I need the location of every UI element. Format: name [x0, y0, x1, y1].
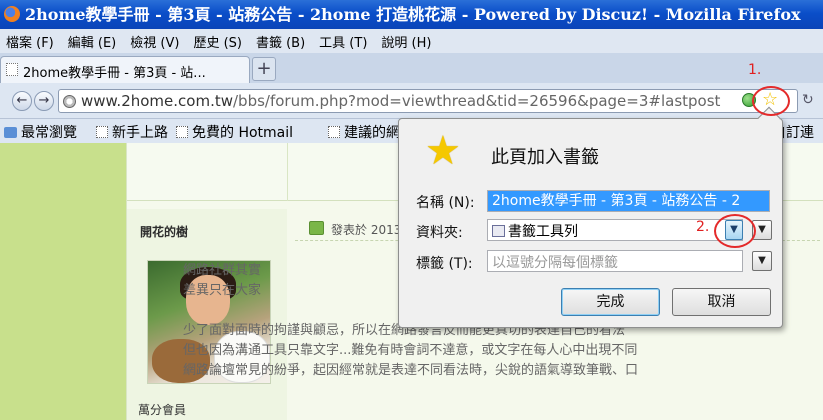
- url-domain: www.2home.com.tw: [81, 92, 233, 110]
- firefox-logo-icon: [4, 6, 20, 22]
- done-button[interactable]: 完成: [561, 288, 660, 316]
- cancel-button[interactable]: 取消: [672, 288, 771, 316]
- tags-expand-button[interactable]: ▼: [752, 251, 772, 271]
- tags-label: 標籤 (T):: [416, 256, 473, 272]
- bookmark-getting-started[interactable]: 新手上路: [96, 122, 168, 142]
- name-field[interactable]: 2home教學手冊 - 第3頁 - 站務公告 - 2: [487, 190, 770, 212]
- bookmark-most-visited[interactable]: 最常瀏覽: [4, 122, 77, 142]
- folder-icon: [4, 127, 17, 138]
- menu-edit[interactable]: 編輯 (E): [68, 32, 117, 51]
- bookmark-label: 建議的網: [344, 125, 400, 141]
- new-tab-button[interactable]: +: [252, 57, 276, 81]
- menu-bar: 檔案 (F) 編輯 (E) 檢視 (V) 歷史 (S) 書籤 (B) 工具 (T…: [0, 29, 823, 53]
- dialog-title: 此頁加入書籤: [491, 147, 599, 168]
- site-identity-icon[interactable]: [63, 95, 76, 108]
- annotation-ring-dropdown: [714, 214, 756, 248]
- bookmark-suggested[interactable]: 建議的網: [328, 122, 400, 142]
- menu-view[interactable]: 檢視 (V): [130, 32, 179, 51]
- annotation-step-1: 1.: [748, 62, 762, 78]
- name-value: 2home教學手冊 - 第3頁 - 站務公告 - 2: [488, 191, 769, 211]
- window-title: 2home教學手冊 - 第3頁 - 站務公告 - 2home 打造桃花源 - P…: [25, 5, 801, 24]
- folder-value: 書籤工具列: [508, 224, 578, 240]
- post-line: 但也因為溝通工具只靠文字...難免有時會詞不達意，或文字在每人心中出現不同: [183, 343, 638, 358]
- user-rank: 萬分會員: [138, 403, 187, 417]
- menu-history[interactable]: 歷史 (S): [193, 32, 242, 51]
- bookmark-label: 新手上路: [112, 125, 168, 141]
- star-icon: ★: [425, 128, 461, 174]
- window-titlebar: 2home教學手冊 - 第3頁 - 站務公告 - 2home 打造桃花源 - P…: [0, 0, 823, 29]
- author-name[interactable]: 開花的樹: [140, 223, 188, 240]
- online-status-icon: [309, 221, 324, 235]
- page-icon: [176, 126, 188, 138]
- tab-label: 2home教學手冊 - 第3頁 - 站...: [23, 66, 206, 81]
- page-icon: [96, 126, 108, 138]
- bookmarks-toolbar-icon: [492, 225, 505, 237]
- folder-label: 資料夾:: [416, 225, 463, 241]
- post-date: 發表於 2013: [331, 223, 402, 237]
- page-icon: [328, 126, 340, 138]
- post-line: 網路論壇常見的紛爭，起因經常就是表達不同看法時，尖銳的語氣導致筆戰、口: [183, 363, 639, 378]
- menu-tools[interactable]: 工具 (T): [319, 32, 367, 51]
- menu-bookmarks[interactable]: 書籤 (B): [256, 32, 305, 51]
- bookmark-label: 最常瀏覽: [21, 125, 77, 141]
- menu-file[interactable]: 檔案 (F): [6, 32, 54, 51]
- page-favicon-icon: [6, 63, 18, 76]
- navigation-bar: ← → www.2home.com.tw/bbs/forum.php?mod=v…: [0, 83, 823, 119]
- reload-icon[interactable]: ↻: [802, 92, 814, 108]
- divider: [287, 143, 288, 201]
- menu-help[interactable]: 說明 (H): [381, 32, 431, 51]
- name-label: 名稱 (N):: [416, 195, 475, 211]
- bookmark-hotmail[interactable]: 免費的 Hotmail: [176, 122, 293, 142]
- url-bar[interactable]: www.2home.com.tw/bbs/forum.php?mod=viewt…: [58, 89, 798, 113]
- url-path: /bbs/forum.php?mod=viewthread&tid=26596&…: [233, 92, 721, 110]
- annotation-ring-star: [752, 86, 790, 116]
- tab-active[interactable]: 2home教學手冊 - 第3頁 - 站...: [0, 56, 250, 83]
- bookmark-label: 免費的 Hotmail: [192, 125, 294, 141]
- tags-input[interactable]: 以逗號分隔每個標籤: [487, 250, 743, 272]
- tab-bar: 2home教學手冊 - 第3頁 - 站... +: [0, 53, 823, 83]
- forward-button[interactable]: →: [34, 91, 54, 111]
- back-button[interactable]: ←: [12, 91, 32, 111]
- annotation-step-2: 2.: [696, 219, 710, 235]
